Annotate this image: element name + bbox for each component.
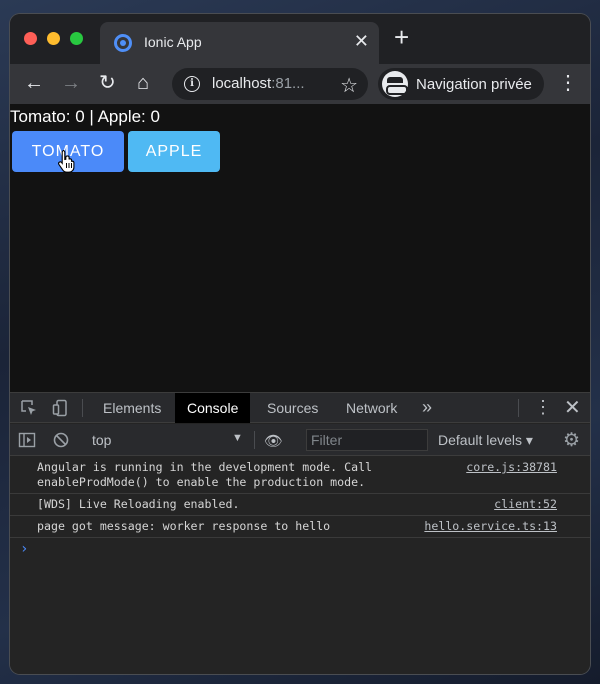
tab-sources[interactable]: Sources <box>255 393 330 423</box>
incognito-icon <box>382 71 408 97</box>
toolbar-divider <box>82 399 83 417</box>
devtools-close-icon[interactable]: ✕ <box>564 395 581 420</box>
tab-title: Ionic App <box>144 34 202 50</box>
tab-console[interactable]: Console <box>175 393 251 423</box>
back-arrow-icon[interactable]: ← <box>24 72 44 94</box>
address-bar[interactable]: i localhost:81... ☆ <box>172 68 368 100</box>
tab-elements[interactable]: Elements <box>91 393 173 423</box>
fruit-counter: Tomato: 0 | Apple: 0 <box>10 107 160 126</box>
console-log-row: Angular is running in the development mo… <box>10 457 590 494</box>
close-window-button[interactable] <box>24 32 37 45</box>
more-tabs-chevron-icon[interactable]: » <box>422 397 432 418</box>
tab-network[interactable]: Network <box>334 393 409 423</box>
url-text[interactable]: localhost:81... <box>212 75 305 92</box>
context-selector[interactable]: top <box>92 432 111 448</box>
console-filter-bar: top ▼ 👁 Default levels ▾ ⚙ <box>10 424 590 456</box>
home-icon[interactable]: ⌂ <box>137 72 149 94</box>
browser-toolbar: ← → ↻ ⌂ i localhost:81... ☆ Navigation p… <box>10 64 590 104</box>
log-levels-dropdown[interactable]: Default levels ▾ <box>438 432 533 449</box>
devtools-menu-icon[interactable]: ⋮ <box>534 397 552 418</box>
log-message: Angular is running in the development mo… <box>37 460 380 489</box>
console-output: Angular is running in the development mo… <box>10 457 590 538</box>
inspect-element-icon[interactable] <box>20 399 38 417</box>
minimize-window-button[interactable] <box>47 32 60 45</box>
log-source-link[interactable]: client:52 <box>494 497 557 512</box>
console-log-row: [WDS] Live Reloading enabled. client:52 <box>10 494 590 516</box>
device-toolbar-icon[interactable] <box>52 399 70 417</box>
site-info-icon[interactable]: i <box>184 76 200 92</box>
browser-menu-icon[interactable]: ⋮ <box>558 72 578 94</box>
sidebar-toggle-icon[interactable] <box>18 431 36 449</box>
browser-window: Ionic App ✕ + ← → ↻ ⌂ i localhost:81... … <box>10 14 590 674</box>
toolbar-divider <box>518 399 519 417</box>
tab-strip: Ionic App ✕ + <box>10 14 590 64</box>
page-content: Tomato: 0 | Apple: 0 TOMATO APPLE <box>10 104 590 392</box>
devtools-tab-bar: Elements Console Sources Network » ⋮ ✕ <box>10 393 590 423</box>
devtools-panel: Elements Console Sources Network » ⋮ ✕ t… <box>10 392 590 674</box>
console-settings-gear-icon[interactable]: ⚙ <box>563 429 580 452</box>
log-message: page got message: worker response to hel… <box>37 519 331 533</box>
log-source-link[interactable]: core.js:38781 <box>466 460 557 475</box>
console-filter-input[interactable] <box>306 429 428 451</box>
bookmark-star-icon[interactable]: ☆ <box>340 73 358 98</box>
incognito-label: Navigation privée <box>416 76 532 93</box>
zoom-window-button[interactable] <box>70 32 83 45</box>
reload-icon[interactable]: ↻ <box>99 72 116 94</box>
ionic-favicon-icon <box>114 34 132 52</box>
live-expression-eye-icon[interactable]: 👁 <box>264 432 283 450</box>
context-dropdown-icon[interactable]: ▼ <box>232 432 243 444</box>
console-log-row: page got message: worker response to hel… <box>10 516 590 538</box>
incognito-profile-button[interactable]: Navigation privée <box>378 68 544 100</box>
tab-close-icon[interactable]: ✕ <box>354 31 369 52</box>
forward-arrow-icon[interactable]: → <box>61 72 81 94</box>
clear-console-icon[interactable] <box>52 431 70 449</box>
console-prompt-chevron-icon[interactable]: › <box>20 541 28 557</box>
hand-cursor-icon <box>58 149 75 173</box>
new-tab-button[interactable]: + <box>394 24 409 50</box>
toolbar-divider <box>254 431 255 449</box>
apple-button[interactable]: APPLE <box>128 131 220 172</box>
log-source-link[interactable]: hello.service.ts:13 <box>424 519 557 534</box>
tab-ionic-app[interactable]: Ionic App ✕ <box>100 22 379 64</box>
log-message: [WDS] Live Reloading enabled. <box>37 497 240 511</box>
